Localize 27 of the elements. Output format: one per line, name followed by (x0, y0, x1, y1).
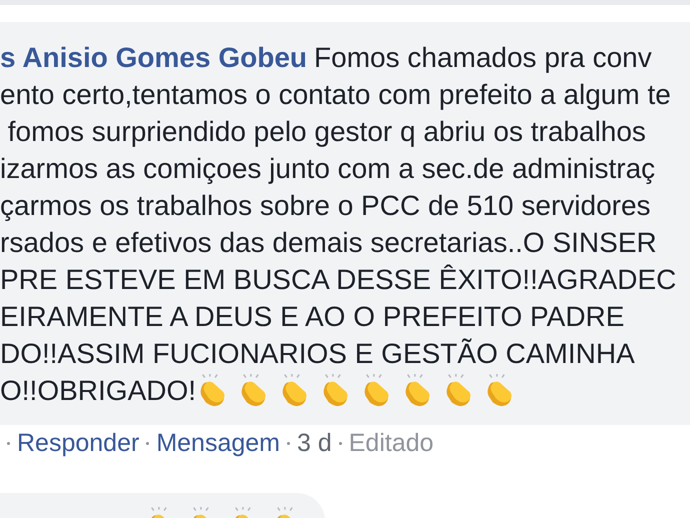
comment-text-line: EIRAMENTE A DEUS E AO O PREFEITO PADRE (0, 300, 624, 334)
clapping-hands-icon (403, 374, 432, 407)
comment-text-line: rsados e efetivos das demais secretarias..O SINSER (0, 226, 657, 260)
separator-dot (286, 442, 290, 444)
comment-text-line: izarmos as comiçoes junto com a sec.de administraç (0, 152, 656, 186)
comment-text-line: çarmos os trabalhos sobre o PCC de 510 servidores (0, 189, 651, 223)
clapping-hands-icon (198, 374, 228, 407)
clapping-hands-icon (280, 374, 310, 407)
separator-dot (146, 442, 150, 444)
author-name-link[interactable]: s Anisio Gomes Gobeu (0, 39, 308, 76)
comment-text-line: fomos surpriendido pelo gestor q abriu os trabalhos (6, 115, 646, 149)
comment-text-line: DO!!ASSIM FUCIONARIOS E GESTÃO CAMINHA (0, 337, 635, 371)
clapping-hands-icon (485, 374, 514, 407)
edited-label: Editado (348, 428, 434, 458)
timestamp[interactable]: 3 d (296, 428, 332, 458)
comment-text-line: ento certo,tentamos o contato com prefeito a algum te (0, 78, 671, 112)
clapping-hands-icon (321, 374, 350, 407)
clapping-hands-icon (362, 374, 392, 407)
comment-text-line: O!!OBRIGADO! (0, 374, 196, 408)
action-link[interactable]: Mensagem (156, 428, 280, 458)
comment-text-line: Fomos chamados pra conv (314, 41, 652, 75)
comment-text-line: PRE ESTEVE EM BUSCA DESSE ÊXITO!!AGRADEC (0, 263, 676, 297)
separator-dot (338, 442, 342, 444)
clapping-hands-icon (239, 374, 268, 407)
separator-dot (7, 442, 10, 444)
clapping-hands-icon (444, 374, 474, 407)
action-link[interactable]: Responder (17, 428, 140, 458)
